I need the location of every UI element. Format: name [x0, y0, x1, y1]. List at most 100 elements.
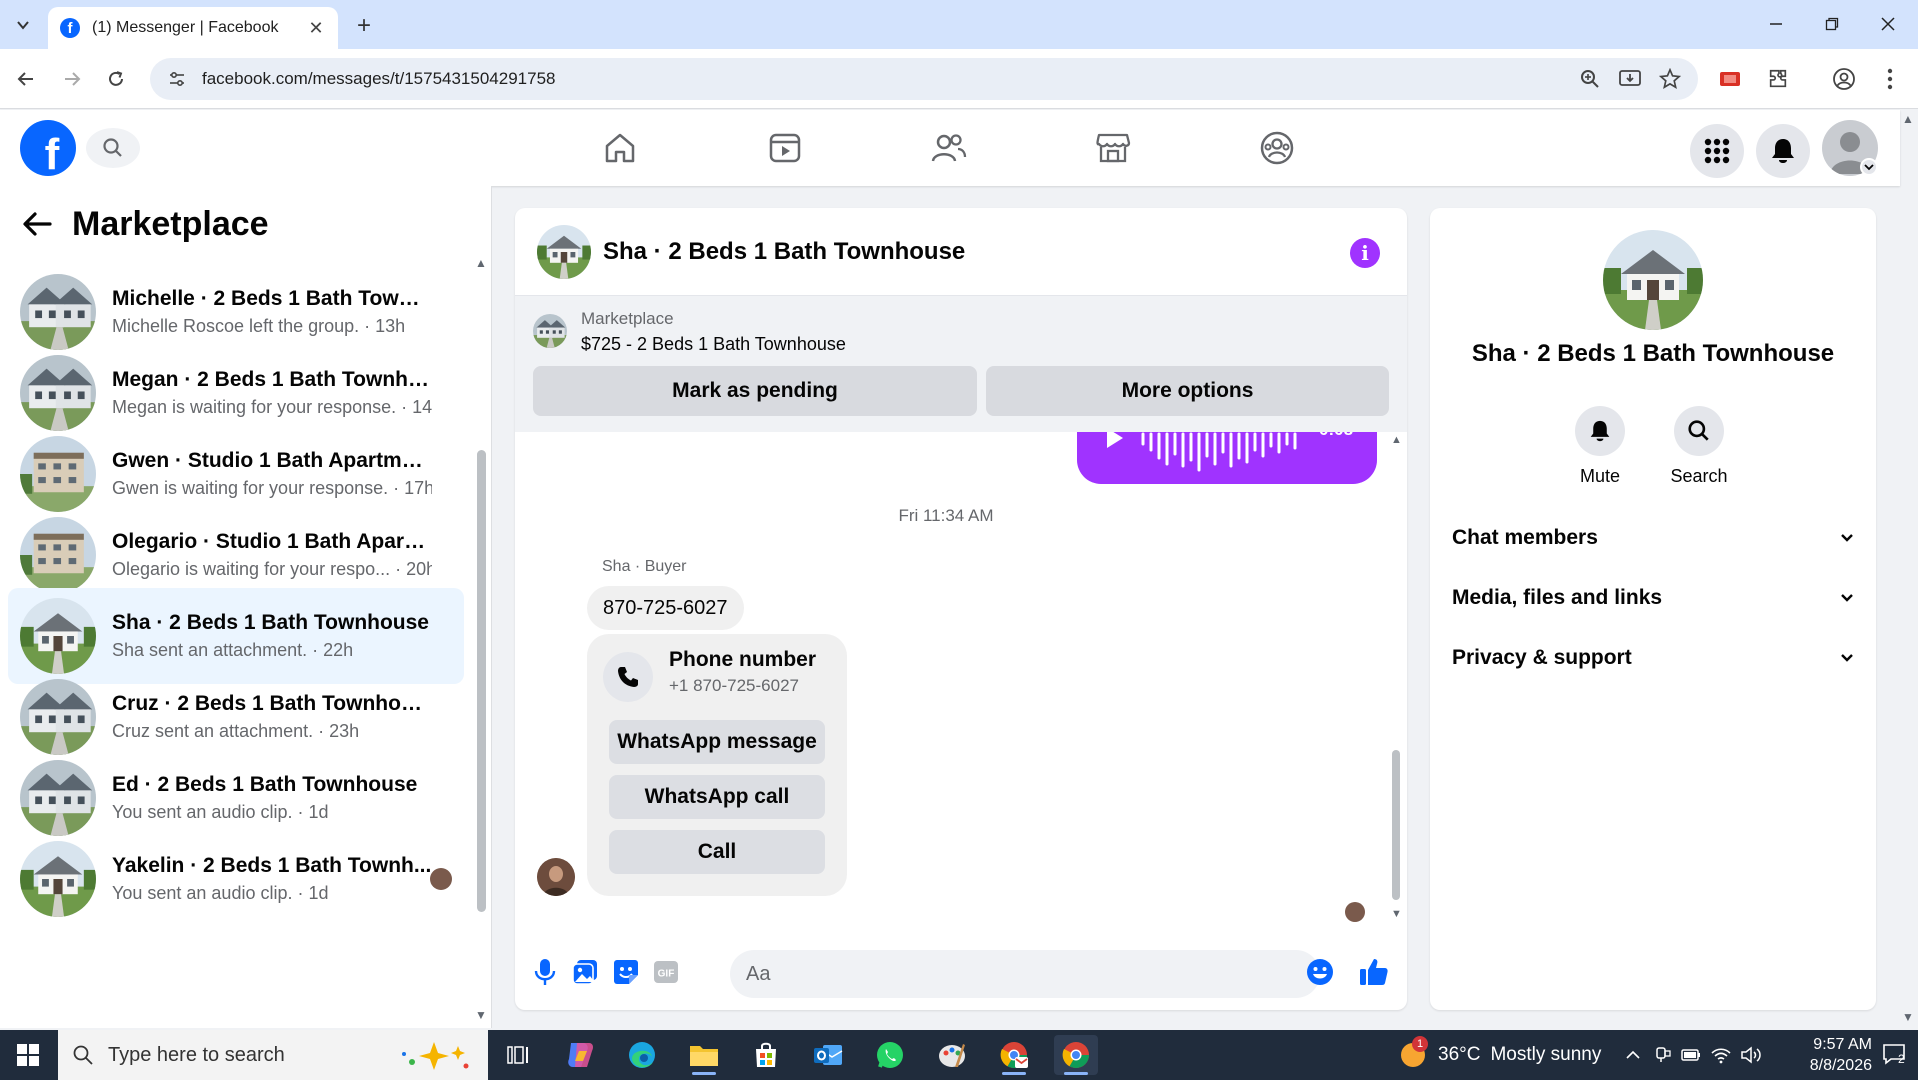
- file-explorer-app-icon[interactable]: [682, 1035, 726, 1075]
- listing-thumbnail[interactable]: [533, 314, 567, 348]
- chrome-app-icon[interactable]: [1054, 1035, 1098, 1075]
- account-caret[interactable]: [1860, 158, 1878, 176]
- meet-now-icon[interactable]: [1652, 1044, 1674, 1066]
- notification-center-button[interactable]: 2: [1882, 1042, 1910, 1068]
- zoom-icon[interactable]: [1578, 67, 1602, 91]
- page-scroll-up-icon[interactable]: ▲: [1902, 112, 1914, 126]
- gif-icon[interactable]: GIF: [650, 956, 682, 988]
- conversation-scroll-up-icon[interactable]: ▲: [1391, 434, 1402, 446]
- marketplace-icon: [1096, 133, 1131, 163]
- tab-title: (1) Messenger | Facebook: [92, 19, 279, 36]
- address-bar[interactable]: facebook.com/messages/t/1575431504291758: [150, 58, 1698, 100]
- chat-thumbnail: [20, 274, 96, 350]
- emoji-icon[interactable]: [1304, 956, 1336, 988]
- whatsapp-call-button[interactable]: WhatsApp call: [609, 775, 825, 819]
- new-tab-button[interactable]: +: [350, 12, 378, 40]
- wifi-icon[interactable]: [1710, 1044, 1732, 1066]
- conversation-title[interactable]: Sha · 2 Beds 1 Bath Townhouse: [603, 238, 965, 266]
- weather-widget[interactable]: 1 36°C Mostly sunny: [1398, 1030, 1601, 1080]
- message-input[interactable]: [730, 950, 1320, 998]
- grid-menu-icon: [1704, 138, 1730, 164]
- whatsapp-app-icon[interactable]: [868, 1035, 912, 1075]
- bookmark-star-icon[interactable]: [1658, 67, 1682, 91]
- voice-message-bubble[interactable]: 0:08: [1077, 432, 1377, 484]
- microphone-icon[interactable]: [529, 956, 561, 988]
- reload-button[interactable]: [100, 63, 132, 95]
- extension-red-icon[interactable]: [1714, 63, 1746, 95]
- search-label: Search: [1670, 466, 1728, 486]
- nav-video[interactable]: [760, 126, 810, 170]
- gmail-chrome-app-icon[interactable]: [992, 1035, 1036, 1075]
- task-view-icon[interactable]: [496, 1035, 540, 1075]
- minimize-button[interactable]: [1754, 10, 1798, 38]
- extensions-puzzle-icon[interactable]: [1762, 63, 1794, 95]
- message-timestamp: Fri 11:34 AM: [898, 506, 994, 525]
- details-thumbnail[interactable]: [1603, 230, 1703, 330]
- system-clock[interactable]: 9:57 AM 8/8/2026: [1782, 1034, 1872, 1076]
- taskbar-search-box[interactable]: Type here to search: [58, 1030, 488, 1080]
- chat-members-section[interactable]: Chat members: [1452, 512, 1854, 564]
- media-files-links-section[interactable]: Media, files and links: [1452, 572, 1854, 624]
- facebook-logo-icon[interactable]: f: [20, 120, 76, 176]
- chevron-down-icon: [17, 21, 29, 30]
- mute-button[interactable]: Mute: [1560, 406, 1640, 487]
- like-thumbs-up-icon[interactable]: [1358, 956, 1390, 988]
- tab-close-icon[interactable]: ✕: [306, 18, 326, 39]
- photo-icon[interactable]: [569, 956, 601, 988]
- outlook-app-icon[interactable]: [806, 1035, 850, 1075]
- search-in-conversation-button[interactable]: Search: [1659, 406, 1739, 487]
- page-scroll-down-icon[interactable]: ▼: [1902, 1010, 1914, 1024]
- conversation-info-button[interactable]: i: [1350, 238, 1380, 268]
- menu-button[interactable]: [1690, 124, 1744, 178]
- nav-friends[interactable]: [924, 126, 974, 170]
- nav-marketplace[interactable]: [1088, 126, 1138, 170]
- conversation-scroll-down-icon[interactable]: ▼: [1391, 908, 1402, 920]
- edge-app-icon[interactable]: [620, 1035, 664, 1075]
- notification-count: 2: [1898, 1052, 1905, 1066]
- restore-button[interactable]: [1810, 10, 1854, 38]
- chat-list-scrollbar[interactable]: [477, 450, 486, 912]
- sticker-icon[interactable]: [610, 956, 642, 988]
- paint-app-icon[interactable]: [930, 1035, 974, 1075]
- sender-avatar[interactable]: [537, 858, 575, 896]
- copilot-app-icon[interactable]: [558, 1035, 602, 1075]
- browser-tab-messenger[interactable]: f (1) Messenger | Facebook ✕: [48, 7, 338, 49]
- microsoft-store-app-icon[interactable]: [744, 1035, 788, 1075]
- mark-as-pending-button[interactable]: Mark as pending: [533, 366, 977, 416]
- bell-icon: [1772, 139, 1794, 163]
- back-button[interactable]: [10, 63, 42, 95]
- conversation-thumbnail[interactable]: [537, 224, 591, 279]
- install-app-icon[interactable]: [1618, 67, 1642, 91]
- scroll-down-arrow-icon[interactable]: ▼: [475, 1008, 487, 1022]
- listing-title[interactable]: $725 - 2 Beds 1 Bath Townhouse: [581, 334, 846, 355]
- phone-icon: [603, 652, 653, 702]
- message-bubble[interactable]: 870-725-6027: [587, 586, 744, 630]
- notifications-button[interactable]: [1756, 124, 1810, 178]
- facebook-header: f: [0, 110, 1900, 186]
- nav-home[interactable]: [595, 126, 645, 170]
- volume-icon[interactable]: [1740, 1044, 1762, 1066]
- start-button[interactable]: [8, 1035, 48, 1075]
- call-button[interactable]: Call: [609, 830, 825, 874]
- back-arrow-icon[interactable]: [22, 211, 52, 237]
- tray-chevron-up-icon[interactable]: [1622, 1044, 1644, 1066]
- clock-date: 8/8/2026: [1809, 1057, 1872, 1074]
- nav-groups[interactable]: [1252, 126, 1302, 170]
- facebook-search-button[interactable]: [86, 128, 140, 168]
- profile-icon[interactable]: [1828, 63, 1860, 95]
- chat-thumbnail: [20, 436, 96, 512]
- close-window-button[interactable]: [1866, 10, 1910, 38]
- site-info-icon[interactable]: [166, 68, 188, 90]
- chat-list-item[interactable]: Yakelin · 2 Beds 1 Bath Townh... You sent…: [8, 831, 464, 927]
- browser-menu-icon[interactable]: [1874, 63, 1906, 95]
- whatsapp-message-button[interactable]: WhatsApp message: [609, 720, 825, 764]
- forward-button[interactable]: [56, 63, 88, 95]
- conversation-scrollbar[interactable]: [1392, 750, 1400, 900]
- phone-number-card: Phone number +1 870-725-6027 WhatsApp me…: [587, 634, 847, 896]
- privacy-support-section[interactable]: Privacy & support: [1452, 632, 1854, 684]
- battery-icon[interactable]: [1680, 1044, 1702, 1066]
- scroll-up-arrow-icon[interactable]: ▲: [475, 256, 487, 270]
- tab-search-button[interactable]: [8, 12, 38, 38]
- more-options-button[interactable]: More options: [986, 366, 1389, 416]
- chat-thumbnail: [20, 760, 96, 836]
